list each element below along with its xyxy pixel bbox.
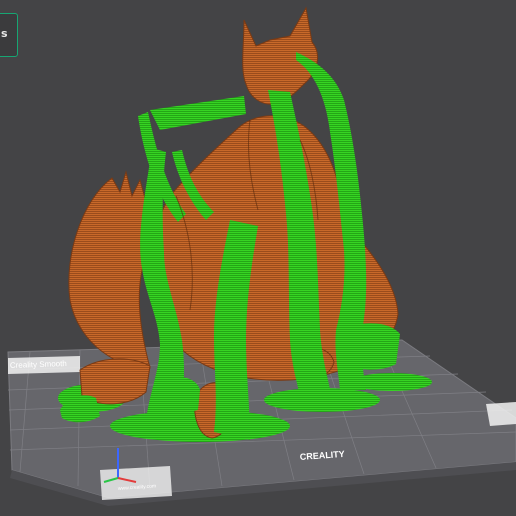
3d-viewport[interactable]: Creality Smooth CREALITY www.creality.co… <box>0 0 516 516</box>
side-panel-toggle-button[interactable]: s <box>0 13 18 57</box>
side-panel-toggle-label: s <box>1 27 8 40</box>
